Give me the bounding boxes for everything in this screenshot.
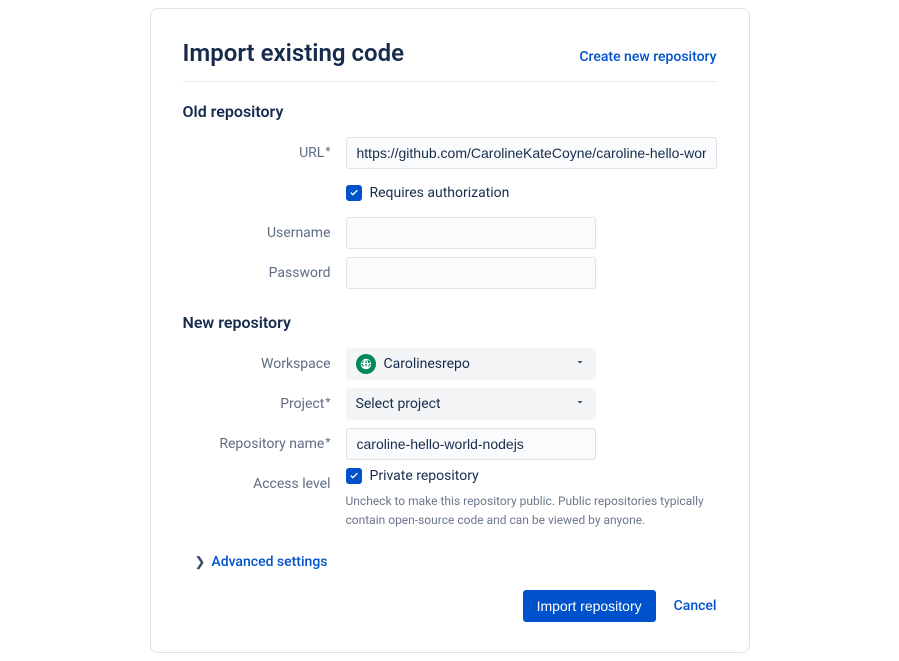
page-title: Import existing code (183, 39, 405, 67)
workspace-label: Workspace (183, 348, 346, 380)
username-row: Username (183, 217, 717, 249)
repo-name-row: Repository name (183, 428, 717, 460)
requires-auth-checkbox[interactable] (346, 185, 362, 201)
url-input[interactable] (346, 137, 717, 169)
advanced-settings-toggle[interactable]: ❯ Advanced settings (195, 554, 717, 570)
import-repository-button[interactable]: Import repository (523, 590, 656, 622)
url-label: URL (183, 137, 346, 169)
chevron-down-icon (574, 356, 586, 372)
check-icon (348, 187, 360, 199)
project-row: Project Select project (183, 388, 717, 420)
repo-name-input[interactable] (346, 428, 596, 460)
advanced-settings-label: Advanced settings (211, 554, 327, 570)
private-repo-checkbox[interactable] (346, 468, 362, 484)
url-row: URL (183, 137, 717, 169)
chevron-down-icon (574, 396, 586, 412)
repo-name-label: Repository name (183, 428, 346, 460)
project-select[interactable]: Select project (346, 388, 596, 420)
private-repo-help: Uncheck to make this repository public. … (346, 492, 717, 530)
create-new-repo-link[interactable]: Create new repository (579, 49, 716, 65)
access-level-label: Access level (183, 468, 346, 500)
workspace-avatar-icon (356, 354, 376, 374)
requires-auth-label: Requires authorization (370, 185, 510, 201)
old-repository-title: Old repository (183, 102, 717, 121)
project-label: Project (183, 388, 346, 420)
action-bar: Import repository Cancel (183, 590, 717, 622)
panel-header: Import existing code Create new reposito… (183, 39, 717, 82)
workspace-value: Carolinesrepo (384, 356, 470, 372)
check-icon (348, 470, 360, 482)
new-repository-title: New repository (183, 313, 717, 332)
password-input[interactable] (346, 257, 596, 289)
username-input[interactable] (346, 217, 596, 249)
access-level-row: Access level Private repository Uncheck … (183, 468, 717, 530)
workspace-row: Workspace Carolinesrepo (183, 348, 717, 380)
new-repository-section: New repository Workspace Carolinesrepo (183, 313, 717, 530)
project-value: Select project (356, 396, 441, 412)
requires-auth-row: Requires authorization (183, 177, 717, 209)
old-repository-section: Old repository URL Requires authorizatio… (183, 102, 717, 289)
private-repo-label: Private repository (370, 468, 479, 484)
cancel-button[interactable]: Cancel (674, 598, 717, 614)
workspace-select[interactable]: Carolinesrepo (346, 348, 596, 380)
username-label: Username (183, 217, 346, 249)
password-label: Password (183, 257, 346, 289)
import-repo-panel: Import existing code Create new reposito… (150, 8, 750, 653)
chevron-right-icon: ❯ (195, 555, 206, 570)
password-row: Password (183, 257, 717, 289)
